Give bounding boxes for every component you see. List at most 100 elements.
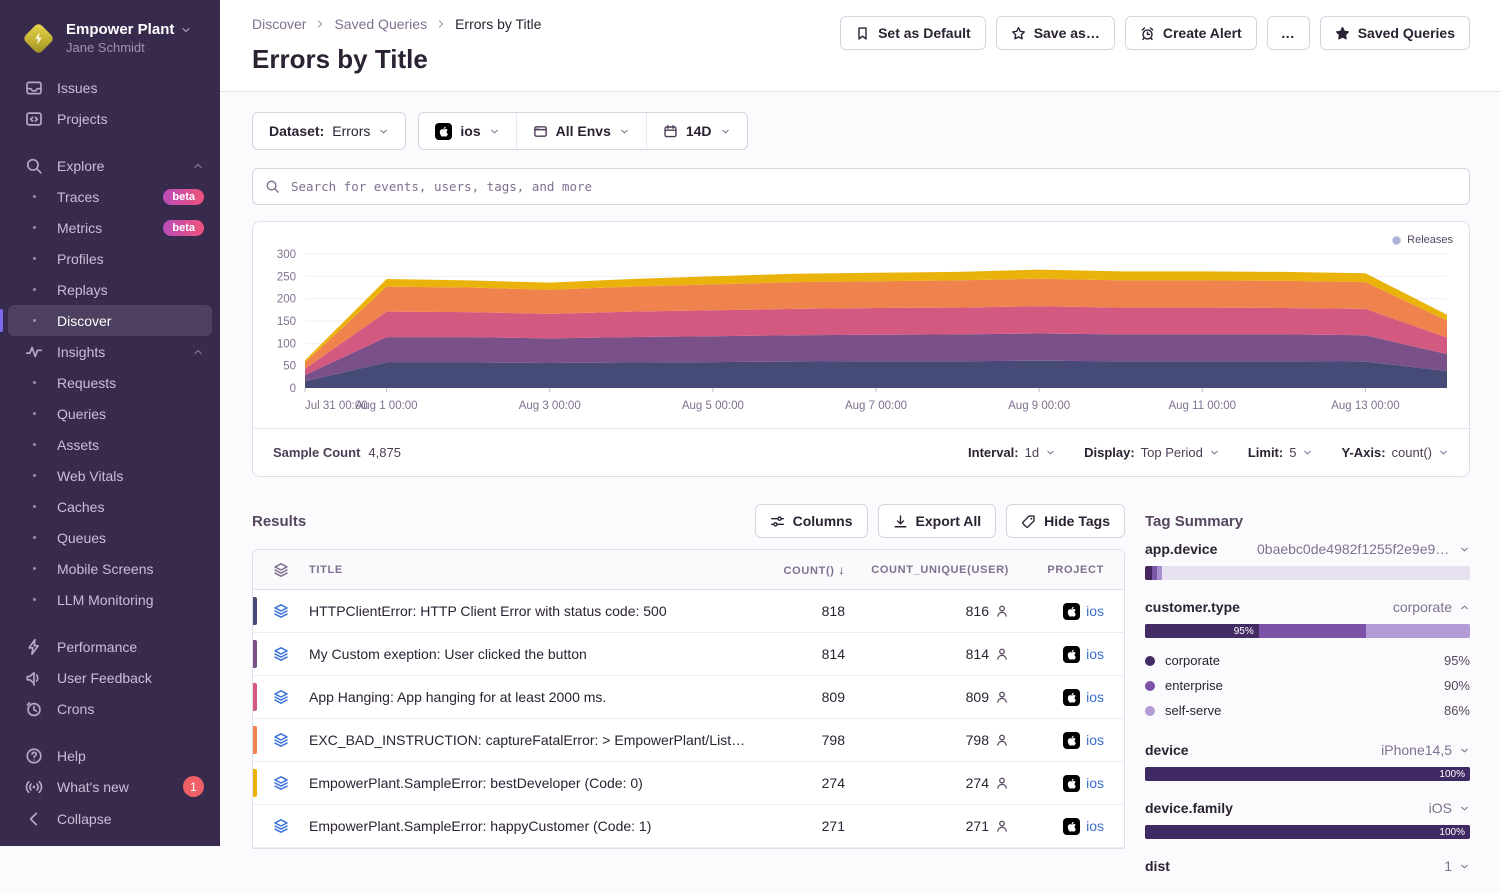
- sidebar-item-caches[interactable]: Caches: [0, 491, 220, 522]
- sidebar-item-queues[interactable]: Queues: [0, 522, 220, 553]
- tag-section-header[interactable]: dist1: [1145, 858, 1470, 874]
- sidebar-item-metrics[interactable]: Metricsbeta: [0, 212, 220, 243]
- star-outline-icon: [1011, 26, 1026, 41]
- chart-legend[interactable]: Releases: [1392, 234, 1453, 246]
- row-project[interactable]: ios: [1024, 732, 1124, 749]
- sidebar-item-what-s-new[interactable]: What's new1: [0, 771, 220, 802]
- more-options-button[interactable]: …: [1267, 16, 1310, 50]
- table-row[interactable]: EmpowerPlant.SampleError: happyCustomer …: [253, 805, 1124, 848]
- sidebar-item-label: Caches: [57, 499, 104, 515]
- sidebar-item-traces[interactable]: Tracesbeta: [0, 181, 220, 212]
- insights-icon: [24, 343, 44, 361]
- table-row[interactable]: EmpowerPlant.SampleError: bestDeveloper …: [253, 762, 1124, 805]
- interval-dropdown[interactable]: Interval: 1d: [968, 445, 1056, 460]
- breadcrumb-discover[interactable]: Discover: [252, 16, 306, 32]
- sidebar-item-performance[interactable]: Performance: [0, 631, 220, 662]
- tag-distribution-bar[interactable]: 100%: [1145, 767, 1470, 781]
- stacked-area-chart[interactable]: 050100150200250300Jul 31 00:00Aug 1 00:0…: [253, 222, 1469, 428]
- tag-value-row[interactable]: enterprise90%: [1145, 673, 1470, 698]
- row-count-unique: 271: [859, 818, 1024, 834]
- tag-value-row[interactable]: self-serve86%: [1145, 698, 1470, 723]
- sidebar-item-assets[interactable]: Assets: [0, 429, 220, 460]
- tag-distribution-bar[interactable]: 95%: [1145, 624, 1470, 638]
- table-row[interactable]: My Custom exeption: User clicked the but…: [253, 633, 1124, 676]
- table-row[interactable]: HTTPClientError: HTTP Client Error with …: [253, 590, 1124, 633]
- tag-section-header[interactable]: app.device0baebc0de4982f1255f2e9e9fb7…: [1145, 541, 1470, 557]
- tag-distribution-bar[interactable]: 100%: [1145, 825, 1470, 839]
- column-title[interactable]: TITLE: [309, 564, 749, 576]
- layers-icon[interactable]: [273, 732, 289, 748]
- display-dropdown[interactable]: Display: Top Period: [1084, 445, 1220, 460]
- saved-queries-button[interactable]: Saved Queries: [1320, 16, 1470, 50]
- row-title[interactable]: EXC_BAD_INSTRUCTION: captureFatalError: …: [309, 732, 749, 748]
- tag-distribution-bar[interactable]: [1145, 566, 1470, 580]
- sidebar-item-queries[interactable]: Queries: [0, 398, 220, 429]
- export-all-button[interactable]: Export All: [878, 504, 997, 538]
- org-name: Empower Plant: [66, 21, 174, 38]
- sidebar-item-insights[interactable]: Insights: [0, 336, 220, 367]
- column-count[interactable]: COUNT() ↓: [749, 563, 859, 577]
- layers-icon[interactable]: [273, 818, 289, 834]
- date-range-filter[interactable]: 14D: [646, 113, 747, 149]
- set-as-default-button[interactable]: Set as Default: [840, 16, 986, 50]
- column-count-unique[interactable]: COUNT_UNIQUE(USER): [859, 564, 1024, 576]
- tag-section-header[interactable]: device.familyiOS: [1145, 800, 1470, 816]
- series-color-bar: [253, 726, 257, 754]
- row-title[interactable]: EmpowerPlant.SampleError: bestDeveloper …: [309, 775, 749, 791]
- layers-icon[interactable]: [273, 775, 289, 791]
- row-project[interactable]: ios: [1024, 603, 1124, 620]
- yaxis-dropdown[interactable]: Y-Axis: count(): [1341, 445, 1449, 460]
- org-switcher[interactable]: Empower Plant Jane Schmidt: [0, 14, 220, 72]
- layers-icon[interactable]: [273, 689, 289, 705]
- sidebar-item-replays[interactable]: Replays: [0, 274, 220, 305]
- row-project[interactable]: ios: [1024, 818, 1124, 835]
- limit-dropdown[interactable]: Limit: 5: [1248, 445, 1314, 460]
- chevron-down-icon: [489, 126, 500, 137]
- layers-icon[interactable]: [273, 603, 289, 619]
- chevron-up-icon: [192, 160, 204, 172]
- dataset-selector[interactable]: Dataset: Errors: [253, 113, 405, 149]
- row-project[interactable]: ios: [1024, 689, 1124, 706]
- sidebar-item-help[interactable]: Help: [0, 740, 220, 771]
- row-title[interactable]: HTTPClientError: HTTP Client Error with …: [309, 603, 749, 619]
- column-project[interactable]: PROJECT: [1024, 564, 1124, 576]
- row-project[interactable]: ios: [1024, 775, 1124, 792]
- save-as-button[interactable]: Save as…: [996, 16, 1115, 50]
- sidebar-item-llm-monitoring[interactable]: LLM Monitoring: [0, 584, 220, 615]
- sidebar-item-mobile-screens[interactable]: Mobile Screens: [0, 553, 220, 584]
- sidebar-item-discover[interactable]: Discover: [8, 305, 212, 336]
- table-row[interactable]: EXC_BAD_INSTRUCTION: captureFatalError: …: [253, 719, 1124, 762]
- sidebar-item-web-vitals[interactable]: Web Vitals: [0, 460, 220, 491]
- page-content: Dataset: Errors ios All Envs: [220, 92, 1500, 893]
- sidebar-item-projects[interactable]: Projects: [0, 103, 220, 134]
- page-header: Discover Saved Queries Errors by Title E…: [220, 0, 1500, 92]
- sidebar-item-profiles[interactable]: Profiles: [0, 243, 220, 274]
- row-project[interactable]: ios: [1024, 646, 1124, 663]
- environment-filter[interactable]: All Envs: [516, 113, 646, 149]
- results-title: Results: [252, 513, 306, 530]
- sidebar-item-issues[interactable]: Issues: [0, 72, 220, 103]
- row-title[interactable]: My Custom exeption: User clicked the but…: [309, 646, 749, 662]
- sidebar-item-crons[interactable]: Crons: [0, 693, 220, 724]
- row-title[interactable]: EmpowerPlant.SampleError: happyCustomer …: [309, 818, 749, 834]
- sidebar-item-requests[interactable]: Requests: [0, 367, 220, 398]
- sidebar-item-explore[interactable]: Explore: [0, 150, 220, 181]
- create-alert-button[interactable]: Create Alert: [1125, 16, 1257, 50]
- sidebar-collapse-button[interactable]: Collapse: [0, 803, 220, 834]
- layers-icon[interactable]: [273, 646, 289, 662]
- row-title[interactable]: App Hanging: App hanging for at least 20…: [309, 689, 749, 705]
- tag-section-header[interactable]: deviceiPhone14,5: [1145, 742, 1470, 758]
- table-row[interactable]: App Hanging: App hanging for at least 20…: [253, 676, 1124, 719]
- search-input[interactable]: [289, 178, 1457, 195]
- breadcrumb-saved-queries[interactable]: Saved Queries: [334, 16, 427, 32]
- columns-button[interactable]: Columns: [755, 504, 868, 538]
- tag-value-dot: [1145, 656, 1155, 666]
- chevron-down-icon: [1459, 803, 1470, 814]
- tag-section-header[interactable]: customer.typecorporate: [1145, 599, 1470, 615]
- sidebar-item-user-feedback[interactable]: User Feedback: [0, 662, 220, 693]
- chevron-down-icon: [1459, 745, 1470, 756]
- project-filter[interactable]: ios: [419, 113, 515, 149]
- hide-tags-button[interactable]: Hide Tags: [1006, 504, 1125, 538]
- row-count: 271: [749, 818, 859, 834]
- tag-value-row[interactable]: corporate95%: [1145, 648, 1470, 673]
